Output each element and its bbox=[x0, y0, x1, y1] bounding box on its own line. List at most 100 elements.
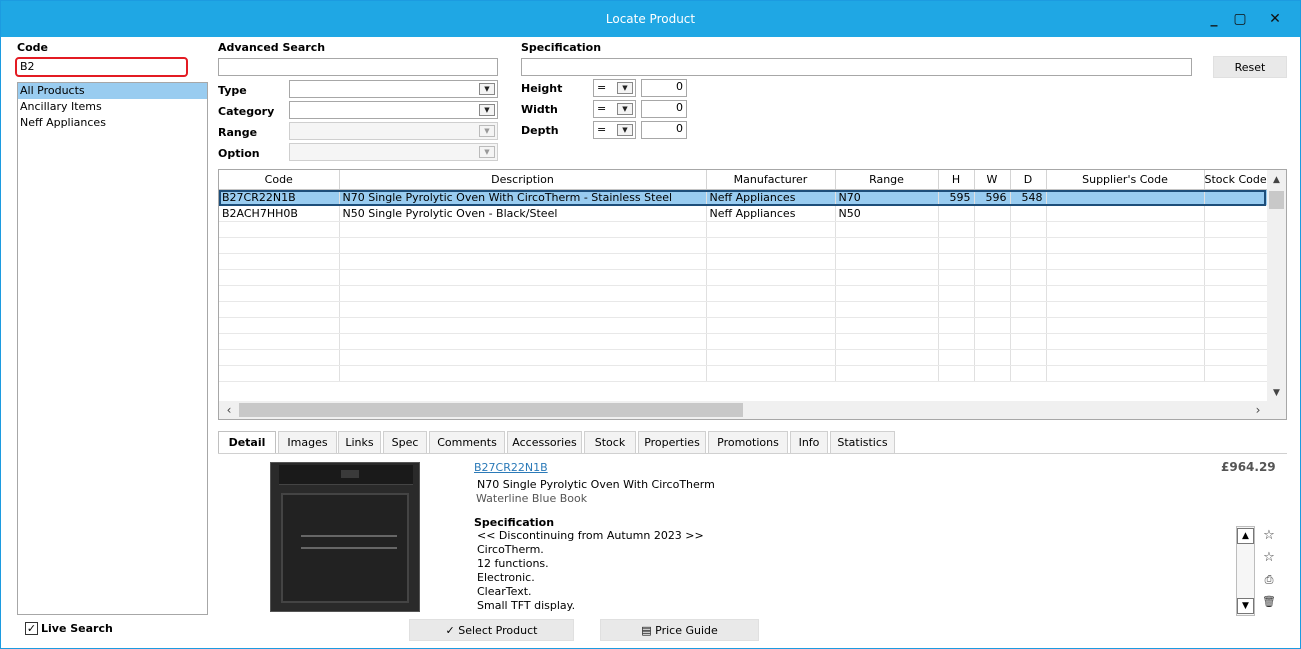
table-row-empty bbox=[219, 365, 1268, 382]
empty-cell bbox=[938, 301, 975, 318]
empty-cell bbox=[706, 301, 836, 318]
tab-stock[interactable]: Stock bbox=[584, 431, 636, 454]
table-row[interactable]: B2ACH7HH0B N50 Single Pyrolytic Oven - B… bbox=[219, 205, 1268, 222]
star-outline-icon[interactable]: ☆ bbox=[1260, 549, 1278, 567]
scroll-up-icon[interactable]: ▲ bbox=[1267, 172, 1286, 188]
type-label: Type bbox=[218, 84, 247, 97]
empty-cell bbox=[1010, 349, 1047, 366]
scroll-thumb[interactable] bbox=[1269, 191, 1284, 209]
oven-door bbox=[281, 493, 409, 603]
category-item-ancillary-items[interactable]: Ancillary Items bbox=[18, 99, 207, 115]
table-row-empty bbox=[219, 317, 1268, 334]
height-operator-select[interactable]: = ▼ bbox=[593, 79, 636, 97]
product-grid: Code Description Manufacturer Range H W … bbox=[218, 169, 1287, 420]
vertical-scrollbar[interactable]: ▲ ▼ bbox=[1267, 170, 1286, 401]
product-name: N70 Single Pyrolytic Oven With CircoTher… bbox=[477, 478, 715, 491]
tab-properties[interactable]: Properties bbox=[638, 431, 706, 454]
minimize-button[interactable]: _ bbox=[1202, 9, 1226, 29]
tab-links[interactable]: Links bbox=[338, 431, 381, 454]
empty-cell bbox=[706, 285, 836, 302]
price-guide-icon: ▤ bbox=[641, 624, 652, 637]
tab-detail[interactable]: Detail bbox=[218, 431, 276, 454]
empty-cell bbox=[219, 317, 340, 334]
empty-cell bbox=[1010, 269, 1047, 286]
column-header-range[interactable]: Range bbox=[835, 170, 939, 190]
empty-cell bbox=[835, 301, 939, 318]
table-row-empty bbox=[219, 301, 1268, 318]
category-select[interactable]: ▼ bbox=[289, 101, 498, 119]
tab-info[interactable]: Info bbox=[790, 431, 828, 454]
empty-cell bbox=[1010, 317, 1047, 334]
scroll-down-icon[interactable]: ▼ bbox=[1237, 598, 1254, 614]
width-operator-value: = bbox=[597, 102, 607, 115]
column-header-stock-code[interactable]: Stock Code bbox=[1204, 170, 1268, 190]
tab-statistics[interactable]: Statistics bbox=[830, 431, 895, 454]
empty-cell bbox=[339, 349, 707, 366]
depth-operator-select[interactable]: = ▼ bbox=[593, 121, 636, 139]
empty-cell bbox=[835, 237, 939, 254]
table-row[interactable]: B27CR22N1B N70 Single Pyrolytic Oven Wit… bbox=[219, 189, 1268, 206]
specification-input[interactable] bbox=[521, 58, 1192, 76]
type-select[interactable]: ▼ bbox=[289, 80, 498, 98]
empty-cell bbox=[706, 253, 836, 270]
scroll-right-icon[interactable]: › bbox=[1249, 401, 1267, 419]
column-header-code[interactable]: Code bbox=[219, 170, 340, 190]
tab-images[interactable]: Images bbox=[278, 431, 337, 454]
cell-d bbox=[1010, 205, 1047, 222]
column-header-w[interactable]: W bbox=[974, 170, 1011, 190]
checkbox-checked-icon[interactable]: ✓ bbox=[25, 622, 38, 635]
cell-h: 595 bbox=[938, 189, 975, 206]
empty-cell bbox=[706, 333, 836, 350]
depth-value-input[interactable]: 0 bbox=[641, 121, 687, 139]
empty-cell bbox=[339, 237, 707, 254]
empty-cell bbox=[974, 349, 1011, 366]
cell-range: N50 bbox=[835, 205, 939, 222]
advanced-search-input[interactable] bbox=[218, 58, 498, 76]
width-value-input[interactable]: 0 bbox=[641, 100, 687, 118]
scroll-left-icon[interactable]: ‹ bbox=[220, 401, 238, 419]
category-item-all-products[interactable]: All Products bbox=[18, 83, 207, 99]
tab-comments[interactable]: Comments bbox=[429, 431, 505, 454]
chevron-down-icon: ▼ bbox=[617, 82, 633, 94]
scroll-thumb[interactable] bbox=[239, 403, 743, 417]
column-header-h[interactable]: H bbox=[938, 170, 975, 190]
specification-header: Specification bbox=[521, 41, 602, 54]
maximize-button[interactable]: ▢ bbox=[1228, 9, 1252, 29]
empty-cell bbox=[1046, 317, 1205, 334]
empty-cell bbox=[938, 333, 975, 350]
column-header-d[interactable]: D bbox=[1010, 170, 1047, 190]
column-header-suppliers-code[interactable]: Supplier's Code bbox=[1046, 170, 1205, 190]
star-outline-icon[interactable]: ☆ bbox=[1260, 527, 1278, 545]
cell-description: N70 Single Pyrolytic Oven With CircoTher… bbox=[339, 189, 707, 206]
detail-scrollbar[interactable]: ▲ ▼ bbox=[1236, 526, 1255, 616]
empty-cell bbox=[974, 365, 1011, 382]
empty-cell bbox=[1046, 349, 1205, 366]
width-operator-select[interactable]: = ▼ bbox=[593, 100, 636, 118]
height-label: Height bbox=[521, 82, 563, 95]
print-icon[interactable]: ⎙ bbox=[1260, 571, 1278, 589]
tab-promotions[interactable]: Promotions bbox=[708, 431, 788, 454]
empty-cell bbox=[1010, 333, 1047, 350]
live-search-label: Live Search bbox=[41, 622, 113, 635]
tab-accessories[interactable]: Accessories bbox=[507, 431, 582, 454]
height-value-input[interactable]: 0 bbox=[641, 79, 687, 97]
category-item-neff-appliances[interactable]: Neff Appliances bbox=[18, 115, 207, 131]
empty-cell bbox=[835, 285, 939, 302]
reset-button[interactable]: Reset bbox=[1213, 56, 1287, 78]
price-guide-button[interactable]: ▤ Price Guide bbox=[600, 619, 759, 641]
oven-rack bbox=[301, 547, 397, 549]
column-header-manufacturer[interactable]: Manufacturer bbox=[706, 170, 836, 190]
horizontal-scrollbar[interactable]: ‹ › bbox=[219, 401, 1286, 419]
empty-cell bbox=[339, 221, 707, 238]
empty-cell bbox=[706, 269, 836, 286]
product-code-link[interactable]: B27CR22N1B bbox=[474, 461, 548, 474]
select-product-button[interactable]: ✓ Select Product bbox=[409, 619, 574, 641]
close-button[interactable]: ✕ bbox=[1263, 9, 1287, 29]
empty-cell bbox=[938, 349, 975, 366]
tab-spec[interactable]: Spec bbox=[383, 431, 427, 454]
code-input[interactable]: B2 bbox=[15, 57, 188, 77]
delete-icon[interactable]: 🗑 bbox=[1260, 593, 1278, 611]
scroll-up-icon[interactable]: ▲ bbox=[1237, 528, 1254, 544]
column-header-description[interactable]: Description bbox=[339, 170, 707, 190]
scroll-down-icon[interactable]: ▼ bbox=[1267, 385, 1286, 401]
